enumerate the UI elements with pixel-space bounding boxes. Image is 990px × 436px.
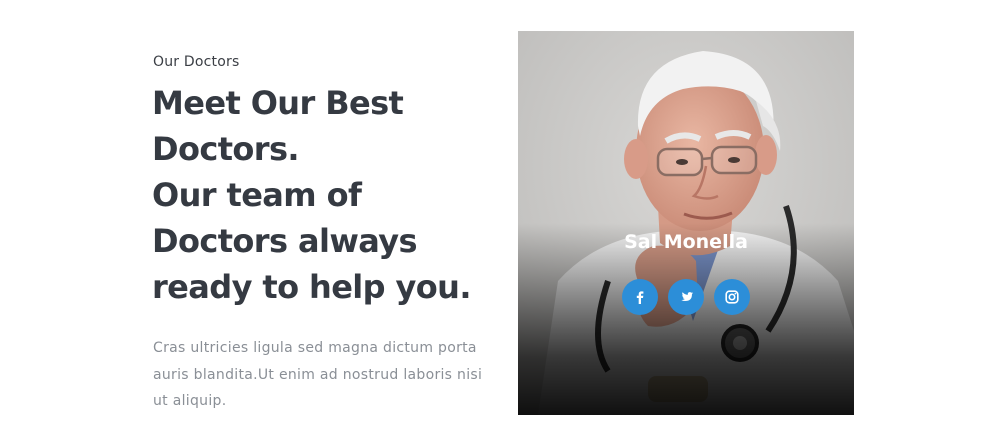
headline-line: Doctors. [152,130,300,168]
headline-line: Doctors always [152,222,418,260]
twitter-button[interactable] [668,279,704,315]
headline-line: Our team of [152,176,362,214]
section-description: Cras ultricies ligula sed magna dictum p… [153,340,483,409]
section-headline: Meet Our Best Doctors. Our team of Docto… [152,80,502,310]
facebook-button[interactable] [622,279,658,315]
doctor-card: Sal Monella [518,31,854,415]
twitter-icon [681,291,693,301]
instagram-button[interactable] [714,279,750,315]
facebook-icon [636,291,644,304]
instagram-icon [725,290,739,304]
headline-line: Meet Our Best [152,84,404,122]
card-gradient-overlay [518,31,854,415]
headline-line: ready to help you. [152,268,471,306]
doctor-name: Sal Monella [624,231,748,253]
section-eyebrow: Our Doctors [153,54,240,70]
social-links [518,279,854,315]
doctors-section: Our Doctors Meet Our Best Doctors. Our t… [0,0,990,436]
